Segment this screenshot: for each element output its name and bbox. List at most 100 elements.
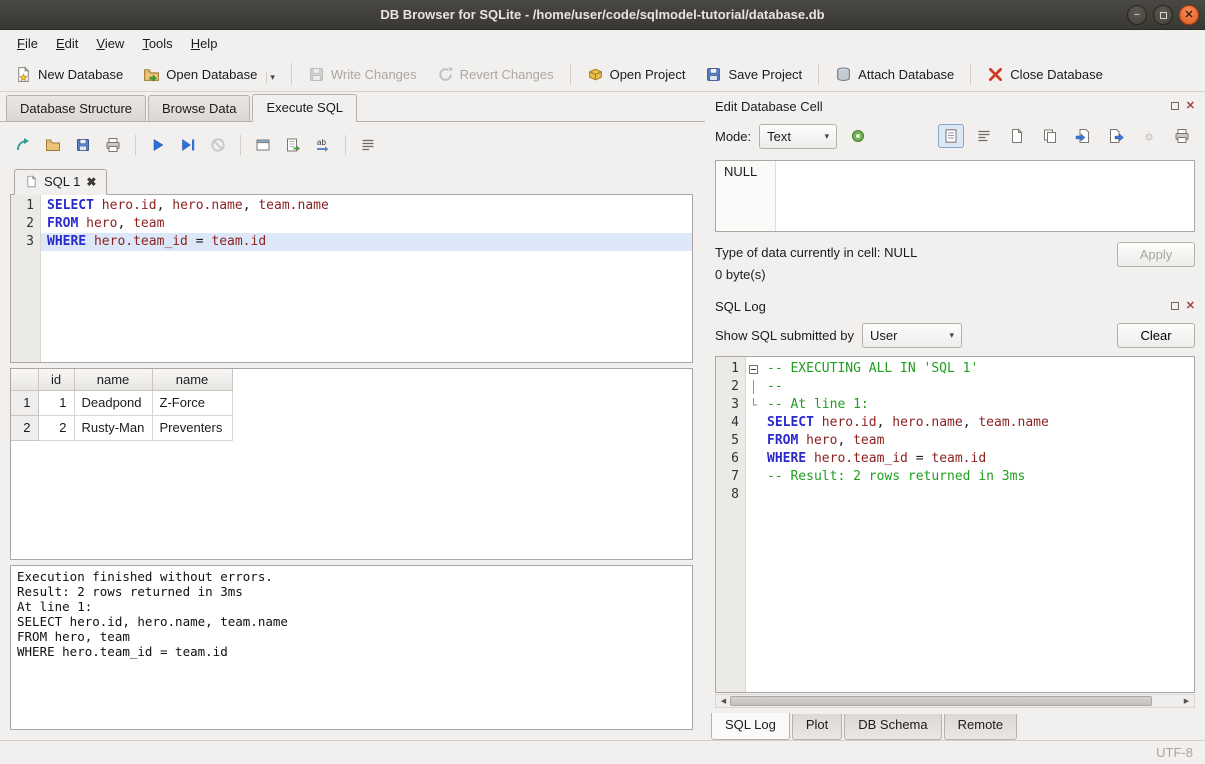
close-button[interactable]: ✕ xyxy=(1179,5,1199,25)
text-view-icon xyxy=(943,128,959,144)
save-project-button[interactable]: Save Project xyxy=(696,61,811,88)
table-cell[interactable]: 1 xyxy=(38,390,74,415)
encoding-indicator[interactable]: UTF-8 xyxy=(1156,745,1193,760)
word-wrap-icon xyxy=(360,137,376,153)
open-project-button[interactable]: Open Project xyxy=(578,61,695,88)
cell-editor[interactable]: NULL xyxy=(715,160,1195,232)
open-sql-file-button[interactable] xyxy=(40,132,66,158)
titlebar[interactable]: DB Browser for SQLite - /home/user/code/… xyxy=(0,0,1205,30)
chevron-down-icon: ▾ xyxy=(949,330,954,341)
menu-help[interactable]: Help xyxy=(182,32,227,55)
fold-marker xyxy=(746,414,761,432)
tab-sql-log[interactable]: SQL Log xyxy=(711,713,790,740)
log-filter-select[interactable]: User ▾ xyxy=(862,323,962,348)
table-row[interactable]: 22Rusty-ManPreventers xyxy=(11,415,232,440)
execute-line-button[interactable] xyxy=(175,132,201,158)
table-cell[interactable]: Deadpond xyxy=(74,390,152,415)
fold-marker xyxy=(746,450,761,468)
tab-remote[interactable]: Remote xyxy=(944,714,1018,740)
close-panel-icon[interactable]: ✕ xyxy=(1186,301,1195,312)
close-panel-icon[interactable]: ✕ xyxy=(1186,101,1195,112)
right-panel: Edit Database Cell ✕ Mode: Text ▾ xyxy=(705,92,1205,740)
save-results-icon xyxy=(285,137,301,153)
execution-message-box: Execution finished without errors. Resul… xyxy=(10,565,693,730)
print-cell-button[interactable] xyxy=(1169,124,1195,148)
column-header-name[interactable]: name xyxy=(74,369,152,390)
print-button[interactable] xyxy=(100,132,126,158)
scroll-left-icon[interactable]: ◀ xyxy=(717,697,730,705)
fold-marker[interactable] xyxy=(746,360,761,378)
find-replace-button[interactable]: ab xyxy=(310,132,336,158)
toolbar-separator xyxy=(135,135,136,155)
clear-log-button[interactable]: Clear xyxy=(1117,323,1195,348)
cell-info-row: Type of data currently in cell: NULL 0 b… xyxy=(705,240,1205,292)
row-number[interactable]: 1 xyxy=(11,390,38,415)
open-in-external-button[interactable] xyxy=(845,124,871,148)
wrap-view-button[interactable] xyxy=(971,124,997,148)
corner-header[interactable] xyxy=(11,369,38,390)
scroll-right-icon[interactable]: ▶ xyxy=(1180,697,1193,705)
execute-all-icon xyxy=(150,137,166,153)
table-cell[interactable]: Preventers xyxy=(152,415,232,440)
column-header-id[interactable]: id xyxy=(38,369,74,390)
sql-editor[interactable]: 1SELECT hero.id, hero.name, team.name2FR… xyxy=(10,195,693,363)
open-database-button[interactable]: Open Database ▾ xyxy=(134,61,284,88)
open-sql-file-icon xyxy=(45,137,61,153)
float-panel-icon[interactable] xyxy=(1171,102,1179,110)
edit-cell-header: Edit Database Cell ✕ xyxy=(705,92,1205,116)
table-row[interactable]: 11DeadpondZ-Force xyxy=(11,390,232,415)
table-cell[interactable]: Rusty-Man xyxy=(74,415,152,440)
log-horizontal-scrollbar[interactable]: ◀ ▶ xyxy=(715,694,1195,708)
close-database-button[interactable]: Close Database xyxy=(978,61,1112,88)
mode-select[interactable]: Text ▾ xyxy=(759,124,837,149)
export-results-button[interactable] xyxy=(250,132,276,158)
minimize-button[interactable]: − xyxy=(1127,5,1147,25)
toolbar-separator xyxy=(240,135,241,155)
cell-mode-row: Mode: Text ▾ xyxy=(705,116,1205,156)
column-header-name2[interactable]: name xyxy=(152,369,232,390)
cell-type-text: Type of data currently in cell: NULL xyxy=(715,242,917,264)
scrollbar-thumb[interactable] xyxy=(730,696,1152,706)
sql-toolbar: ab xyxy=(10,130,693,160)
import-cell-button[interactable] xyxy=(1070,124,1096,148)
execute-line-icon xyxy=(180,137,196,153)
text-view-button[interactable] xyxy=(938,124,964,148)
execute-sql-panel: ab SQL 1 ✖ 1SELECT hero.id, hero.name, t… xyxy=(0,122,705,740)
tab-database-structure[interactable]: Database Structure xyxy=(6,95,146,121)
close-tab-icon[interactable]: ✖ xyxy=(86,175,96,189)
print-icon xyxy=(105,137,121,153)
code-line: 6WHERE hero.team_id = team.id xyxy=(716,450,1194,468)
maximize-button[interactable] xyxy=(1153,5,1173,25)
document-view-button[interactable] xyxy=(1004,124,1030,148)
menu-edit[interactable]: Edit xyxy=(47,32,87,55)
menu-file[interactable]: File xyxy=(8,32,47,55)
toolbar-separator xyxy=(291,63,292,85)
row-number[interactable]: 2 xyxy=(11,415,38,440)
toolbar-separator xyxy=(570,63,571,85)
new-tab-button[interactable] xyxy=(10,132,36,158)
menu-view[interactable]: View xyxy=(87,32,133,55)
sql-1-tab[interactable]: SQL 1 ✖ xyxy=(14,169,107,195)
import-icon xyxy=(1075,128,1091,144)
new-database-button[interactable]: New Database xyxy=(6,61,132,88)
open-database-dropdown-icon[interactable]: ▾ xyxy=(266,72,275,83)
save-results-button[interactable] xyxy=(280,132,306,158)
save-sql-file-button[interactable] xyxy=(70,132,96,158)
attach-database-button[interactable]: Attach Database xyxy=(826,61,963,88)
copy-cell-button[interactable] xyxy=(1037,124,1063,148)
menu-tools[interactable]: Tools xyxy=(133,32,181,55)
table-cell[interactable]: 2 xyxy=(38,415,74,440)
tab-browse-data[interactable]: Browse Data xyxy=(148,95,250,121)
copy-icon xyxy=(1042,128,1058,144)
export-cell-button[interactable] xyxy=(1103,124,1129,148)
sql-log-header: SQL Log ✕ xyxy=(705,292,1205,316)
tab-plot[interactable]: Plot xyxy=(792,714,842,740)
execute-all-button[interactable] xyxy=(145,132,171,158)
word-wrap-button[interactable] xyxy=(355,132,381,158)
float-panel-icon[interactable] xyxy=(1171,302,1179,310)
tab-execute-sql[interactable]: Execute SQL xyxy=(252,94,357,122)
close-database-icon xyxy=(987,66,1004,83)
code-line: 1SELECT hero.id, hero.name, team.name xyxy=(11,197,692,215)
table-cell[interactable]: Z-Force xyxy=(152,390,232,415)
tab-db-schema[interactable]: DB Schema xyxy=(844,714,941,740)
